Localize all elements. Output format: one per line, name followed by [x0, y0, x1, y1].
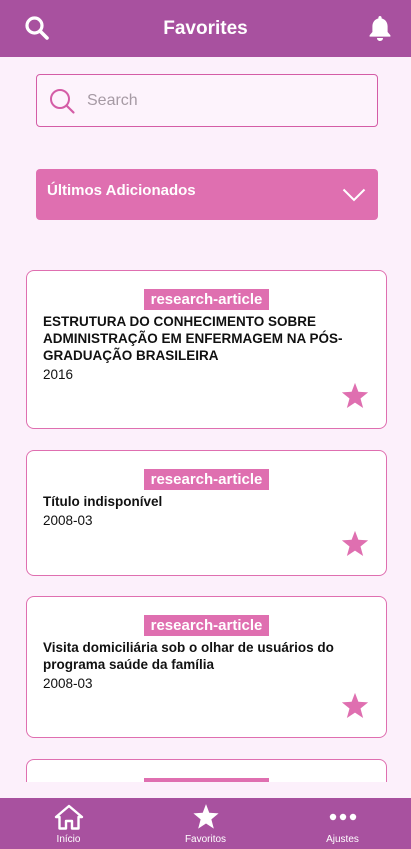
- article-title: Visita domiciliária sob o olhar de usuár…: [43, 640, 334, 672]
- bottom-nav: Início Favoritos Ajustes: [0, 798, 411, 849]
- header-search-button[interactable]: [20, 11, 54, 45]
- favorites-list[interactable]: research-article ESTRUTURA DO CONHECIMEN…: [0, 230, 411, 782]
- nav-item-home[interactable]: Início: [0, 798, 137, 849]
- nav-item-favorites[interactable]: Favoritos: [137, 798, 274, 849]
- star-icon[interactable]: [340, 529, 370, 559]
- nav-item-home-label: Início: [56, 834, 81, 845]
- nav-item-settings[interactable]: Ajustes: [274, 798, 411, 849]
- star-icon[interactable]: [340, 381, 370, 411]
- search-icon: [25, 16, 49, 40]
- search-field-icon: [47, 86, 77, 116]
- article-card[interactable]: research-article Título indisponível 200…: [26, 450, 387, 576]
- article-type-badge: research-article: [143, 289, 270, 310]
- article-title: ESTRUTURA DO CONHECIMENTO SOBRE ADMINIST…: [43, 314, 343, 363]
- nav-item-favorites-label: Favoritos: [184, 834, 227, 845]
- article-card[interactable]: research-article Visita domiciliária sob…: [26, 596, 387, 738]
- search-input[interactable]: [87, 91, 347, 110]
- star-icon: [191, 803, 221, 831]
- article-card[interactable]: research-article: [26, 759, 387, 782]
- sort-dropdown-label: Últimos Adicionados: [47, 182, 196, 199]
- article-type-badge: research-article: [143, 778, 270, 782]
- bell-icon: [369, 16, 391, 41]
- page-title: Favorites: [163, 17, 248, 39]
- nav-item-settings-label: Ajustes: [326, 834, 359, 845]
- article-title: Título indisponível: [43, 494, 163, 509]
- article-date: 2008-03: [43, 676, 93, 691]
- star-icon[interactable]: [340, 691, 370, 721]
- notifications-button[interactable]: [363, 11, 397, 45]
- app-header: Favorites: [0, 0, 411, 57]
- article-type-badge: research-article: [143, 615, 270, 636]
- sort-dropdown[interactable]: Últimos Adicionados: [36, 169, 378, 220]
- article-type-badge: research-article: [143, 469, 270, 490]
- home-icon: [54, 803, 84, 831]
- article-date: 2016: [43, 367, 74, 382]
- search-bar: [36, 74, 378, 127]
- article-date: 2008-03: [43, 513, 93, 528]
- chevron-down-icon: [342, 188, 366, 202]
- more-icon: [328, 803, 358, 831]
- article-card[interactable]: research-article ESTRUTURA DO CONHECIMEN…: [26, 270, 387, 429]
